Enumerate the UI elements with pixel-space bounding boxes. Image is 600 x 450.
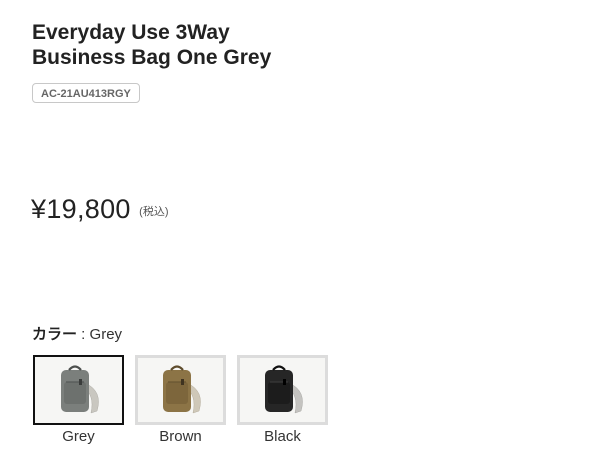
product-title-line-2: Business Bag One Grey [32,46,272,69]
color-selection-label: カラー : Grey [32,325,122,345]
color-swatches: Grey Brown Black [33,355,328,446]
swatch-brown-frame[interactable] [135,355,226,425]
swatch-black-label: Black [264,428,301,445]
swatch-black-frame[interactable] [237,355,328,425]
backpack-black-icon [264,365,303,414]
tax-note: (税込) [139,206,169,218]
swatch-grey-frame[interactable] [33,355,124,425]
swatch-brown-label: Brown [159,428,202,445]
sku-badge: AC-21AU413RGY [32,83,140,103]
swatch-black[interactable]: Black [237,355,328,446]
swatch-brown[interactable]: Brown [135,355,226,446]
price-row: ¥19,800 (税込) [31,192,168,226]
backpack-grey-icon [60,365,99,414]
swatch-grey-label: Grey [62,428,95,445]
backpack-brown-icon [162,365,201,414]
selected-color-name: Grey [89,326,123,343]
product-title-line-1: Everyday Use 3Way [32,21,230,44]
color-separator: : [77,326,90,343]
swatch-grey[interactable]: Grey [33,355,124,446]
price: ¥19,800 [31,194,131,224]
color-label: カラー [32,326,78,343]
product-title: Everyday Use 3Way Business Bag One Grey [32,20,452,70]
